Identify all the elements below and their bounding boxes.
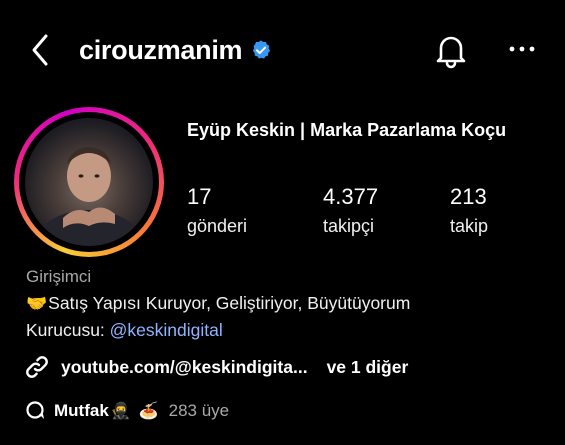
- display-name: Eyüp Keskin | Marka Pazarlama Koçu: [187, 120, 507, 140]
- handshake-emoji: 🤝: [26, 293, 48, 313]
- broadcast-channel[interactable]: Mutfak 🥷 🍝 283 üye: [24, 398, 229, 424]
- username: cirouzmanim: [79, 34, 243, 65]
- posts-count: 17: [187, 184, 212, 209]
- posts-label: gönderi: [187, 216, 248, 236]
- profile-category: Girişimci: [26, 267, 92, 286]
- verified-badge-icon: [253, 40, 271, 59]
- following-count: 213: [450, 184, 487, 209]
- posts-stat: 17 gönderi: [187, 183, 247, 239]
- following-label: takip: [450, 216, 489, 236]
- notifications-button[interactable]: [432, 30, 470, 70]
- link-text: youtube.com/@keskindigita...: [61, 356, 308, 377]
- bio-line: Kurucusu: @keskindigital: [26, 320, 223, 341]
- more-horizontal-icon: [509, 46, 535, 52]
- external-link[interactable]: youtube.com/@keskindigita... ve 1 diğer: [24, 352, 408, 382]
- bio-prefix: Kurucusu:: [26, 320, 110, 340]
- avatar-photo: [33, 147, 145, 246]
- profile-header: cirouzmanim: [79, 28, 272, 72]
- followers-label: takipçi: [323, 216, 375, 236]
- bell-icon: [436, 36, 466, 69]
- broadcast-channel-icon: [26, 401, 44, 419]
- bio-text: Satış Yapısı Kuruyor, Geliştiriyor, Büyü…: [48, 293, 411, 313]
- channel-member-count: 283 üye: [168, 401, 230, 420]
- channel-name: Mutfak: [54, 401, 109, 420]
- ninja-emoji: 🥷: [110, 403, 131, 420]
- followers-count: 4.377: [323, 184, 379, 209]
- link-icon: [26, 356, 48, 378]
- more-options-button[interactable]: [502, 34, 542, 64]
- more-links-label: ve 1 diğer: [326, 356, 409, 377]
- followers-stat[interactable]: 4.377 takipçi: [323, 183, 378, 239]
- mention-link[interactable]: @keskindigital: [110, 320, 223, 340]
- following-stat[interactable]: 213 takip: [450, 183, 488, 239]
- chevron-left-icon: [32, 34, 48, 66]
- spaghetti-emoji: 🍝: [138, 403, 159, 420]
- bio-line: 🤝 Satış Yapısı Kuruyor, Geliştiriyor, Bü…: [26, 293, 410, 314]
- back-button[interactable]: [26, 30, 56, 70]
- avatar[interactable]: [25, 118, 153, 246]
